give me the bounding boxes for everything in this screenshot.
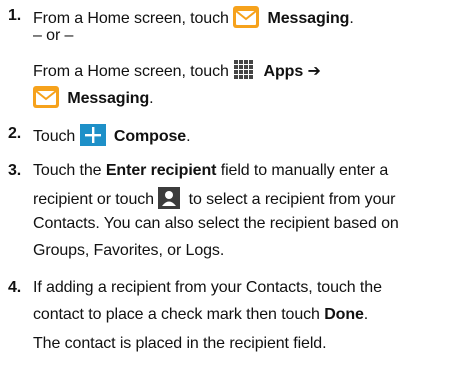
step-text: The contact is placed in the recipient f… [33,335,327,352]
step-text: From a Home screen, touch [33,10,234,27]
or-separator: – or – [33,27,74,44]
step-text: . [363,306,369,323]
messaging-envelope-icon [233,6,260,28]
done-label: Done [324,306,364,323]
step-text: to select a recipient from your [188,191,396,208]
step-text: Contacts. You can also select the recipi… [33,215,399,232]
step-text: Groups, Favorites, or Logs. [33,242,225,259]
step-text: Touch the [33,162,106,179]
apps-grid-icon [233,59,256,81]
step-text: . [349,10,354,27]
contact-person-icon [158,187,181,209]
apps-label: Apps [263,63,304,80]
messaging-label: Messaging [267,10,350,27]
step-text: . [149,90,154,107]
step-text: Touch [33,128,80,145]
step-text: From a Home screen, touch [33,63,234,80]
step-number: 1. [8,7,22,24]
step-number: 3. [8,162,22,179]
step-text: recipient or touch [33,191,159,208]
step-number: 2. [8,125,22,142]
step-text: contact to place a check mark then touch [33,306,325,323]
compose-plus-icon [79,124,106,146]
messaging-label: Messaging [67,90,150,107]
step-number: 4. [8,279,22,296]
compose-label: Compose [113,128,187,145]
messaging-envelope-icon [33,86,59,108]
enter-recipient-label: Enter recipient [105,162,217,179]
step-text: field to manually enter a [216,162,389,179]
step-text: If adding a recipient from your Contacts… [33,279,382,296]
arrow-glyph: ➔ [303,63,321,80]
step-text: . [186,128,191,145]
